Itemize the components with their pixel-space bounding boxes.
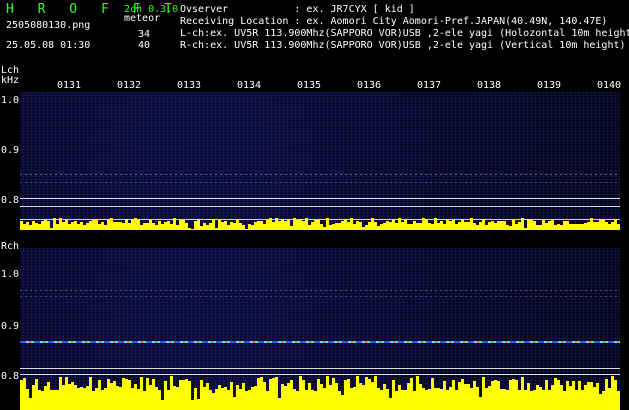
meteor-label: meteor [124, 13, 161, 24]
rch-y-label: 0.9 [1, 321, 20, 332]
rch-info-line: R-ch:ex. UV5R 113.900Mhz(SAPPORO VOR)USB… [180, 40, 626, 51]
rch-y-label: 1.0 [1, 269, 20, 280]
lch-signal-trace [20, 182, 620, 183]
time-label: 0137 [417, 80, 442, 91]
datetime: 25.05.08 01:30 [6, 40, 91, 51]
time-label: 0136 [357, 80, 382, 91]
time-label: 0132 [117, 80, 142, 91]
rch-main-trace [20, 341, 620, 343]
lch-y-label: 0.9 [1, 145, 20, 156]
filename: 2505080130.png [6, 20, 91, 31]
location-line: Receiving Location : ex. Aomori City Aom… [180, 16, 608, 27]
lch-signal-bars [20, 216, 620, 230]
time-label: 0140 [597, 80, 622, 91]
meteor-count-lch: 34 [138, 29, 151, 40]
rch-signal-bars [20, 376, 620, 410]
lch-spectrogram [20, 92, 620, 230]
time-label: 0138 [477, 80, 502, 91]
rch-marker-line [20, 374, 620, 375]
meteor-count-rch: 40 [138, 40, 151, 51]
lch-marker-line [20, 198, 620, 199]
time-label: 0135 [297, 80, 322, 91]
rch-spectrogram [20, 248, 620, 410]
time-label: 0131 [57, 80, 82, 91]
signal-bar [617, 390, 620, 410]
lch-y-label: 1.0 [1, 95, 20, 106]
lch-y-label: 0.8 [1, 195, 20, 206]
time-label: 0139 [537, 80, 562, 91]
time-label: 0133 [177, 80, 202, 91]
lch-marker-line [20, 206, 620, 207]
rch-marker-line [20, 368, 620, 369]
rch-signal-trace [20, 296, 620, 297]
rch-signal-trace [20, 290, 620, 291]
lch-signal-trace [20, 174, 620, 175]
time-label: 0134 [237, 80, 262, 91]
rch-label: Rch [1, 241, 20, 252]
rch-y-label: 0.8 [1, 371, 20, 382]
lch-info-line: L-ch:ex. UV5R 113.900Mhz(SAPPORO VOR)USB… [180, 28, 629, 39]
khz-unit-label: kHz [1, 75, 20, 86]
signal-bar [617, 223, 620, 230]
observer-line: Ovserver : ex. JR7CYX [ kid ] [180, 4, 415, 15]
